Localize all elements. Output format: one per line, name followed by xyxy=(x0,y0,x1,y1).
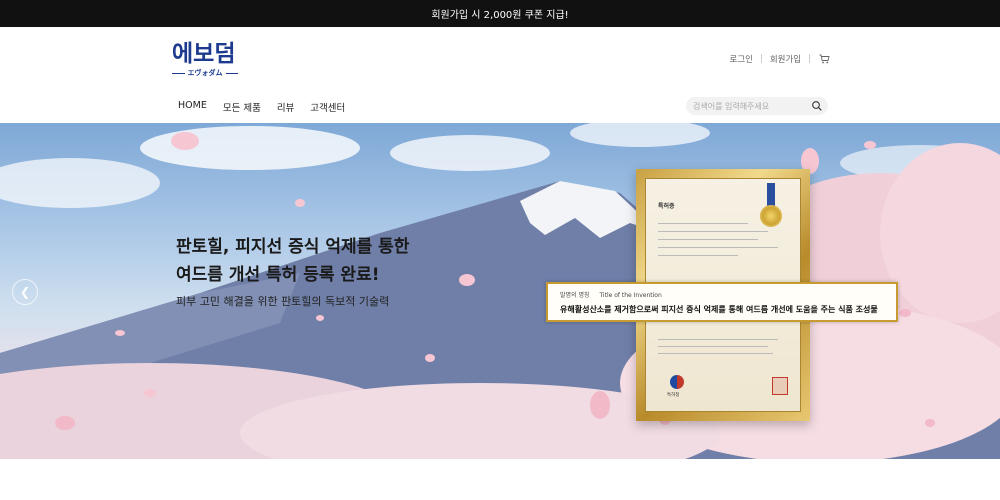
hero-title: 판토힐, 피지선 증식 억제를 통한 여드름 개선 특허 등록 완료! xyxy=(176,237,410,285)
chevron-left-icon: ❮ xyxy=(19,285,31,299)
utility-links: 로그인 | 회원가입 | xyxy=(730,53,831,65)
carousel-prev-button[interactable]: ❮ xyxy=(12,279,38,305)
main-nav: HOME 모든 제품 리뷰 고객센터 xyxy=(178,100,361,114)
nav-item-all-products[interactable]: 모든 제품 xyxy=(223,100,261,114)
announcement-text: 회원가입 시 2,000원 쿠폰 지급! xyxy=(431,10,569,21)
signup-link[interactable]: 회원가입 xyxy=(770,53,801,65)
invention-title-label: 발명의 명칭 Title of the Invention xyxy=(560,292,662,299)
official-stamp-icon xyxy=(772,377,788,395)
logo-subtitle: エヴォダム xyxy=(172,68,238,78)
nav-item-home[interactable]: HOME xyxy=(178,100,207,114)
ribbon-icon xyxy=(767,183,775,207)
certificate-title: 특허증 xyxy=(658,203,675,210)
brand-logo[interactable]: 에보덤 エヴォダム xyxy=(172,41,238,78)
emblem-label: 특허청 xyxy=(667,393,680,398)
invention-title-banner: 발명의 명칭 Title of the Invention 유해활성산소를 제거… xyxy=(546,282,898,322)
gold-seal-icon xyxy=(760,205,782,227)
search-placeholder: 검색어를 입력해주세요 xyxy=(693,101,770,111)
search-input[interactable]: 검색어를 입력해주세요 xyxy=(686,97,828,115)
login-link[interactable]: 로그인 xyxy=(730,53,753,65)
announcement-bar: 회원가입 시 2,000원 쿠폰 지급! xyxy=(0,0,1000,27)
cart-icon[interactable] xyxy=(819,54,830,64)
site-header: 에보덤 エヴォダム 로그인 | 회원가입 | HOME 모든 제품 리뷰 고객센… xyxy=(0,27,1000,123)
nav-item-customer-center[interactable]: 고객센터 xyxy=(310,100,345,114)
nav-item-reviews[interactable]: 리뷰 xyxy=(277,100,294,114)
hero-banner[interactable]: ❮ 판토힐, 피지선 증식 억제를 통한 여드름 개선 특허 등록 완료! 피부… xyxy=(0,123,1000,459)
government-emblem-icon xyxy=(670,375,684,389)
invention-title-text: 유해활성산소를 제거함으로써 피지선 증식 억제를 통해 여드름 개선에 도움을… xyxy=(560,305,878,314)
logo-wordmark: 에보덤 xyxy=(172,41,236,67)
search-icon[interactable] xyxy=(811,100,823,112)
hero-subtitle: 피부 고민 해결을 위한 판토힐의 독보적 기술력 xyxy=(176,295,390,308)
